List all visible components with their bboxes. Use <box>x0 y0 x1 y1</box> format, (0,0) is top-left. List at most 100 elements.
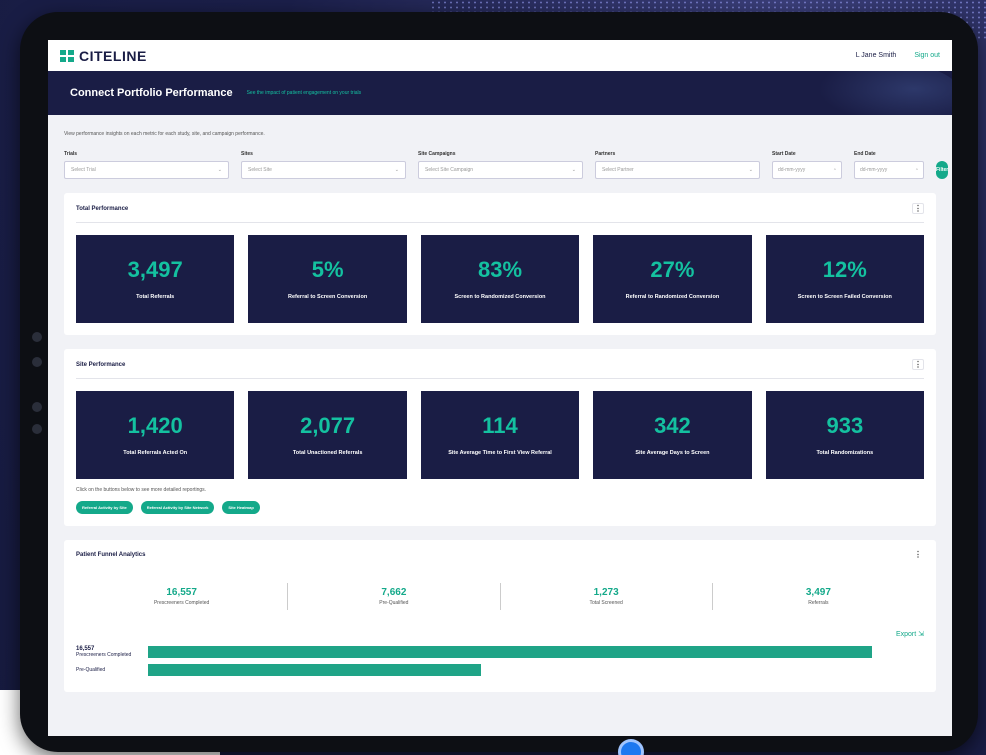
more-options-icon[interactable]: ⋮ <box>912 550 924 559</box>
more-options-icon[interactable]: ⋮ <box>912 359 924 370</box>
metric-label: Referral to Randomized Conversion <box>625 294 720 300</box>
metric-card: 5% Referral to Screen Conversion <box>248 235 407 323</box>
report-note: Click on the buttons below to see more d… <box>76 487 207 493</box>
intro-text: View performance insights on each metric… <box>64 131 265 137</box>
chevron-down-icon: ⌄ <box>217 167 222 173</box>
sites-label: Sites <box>241 151 253 157</box>
panel-header: Site Performance ⋮ <box>76 359 924 379</box>
funnel-bars: 16,557 Prescreeners Completed Pre-Qualifi… <box>76 644 924 678</box>
funnel-bar <box>148 664 482 676</box>
filter-button[interactable]: Filter <box>936 161 949 179</box>
funnel-bar-row: Pre-Qualified <box>76 662 924 678</box>
chevron-down-icon: ⌄ <box>748 167 753 173</box>
total-performance-panel: Total Performance ⋮ 3,497 Total Referrals… <box>64 193 936 335</box>
metric-card: 114 Site Average Time to First View Refer… <box>420 391 580 479</box>
metric-value: 3,497 <box>127 257 183 282</box>
site-performance-panel: Site Performance ⋮ 1,420 Total Referrals … <box>64 349 936 526</box>
filter-bar: Trials Select Trial ⌄ Sites Select Site ⌄ … <box>64 151 949 179</box>
trials-placeholder: Select Trial <box>71 167 96 173</box>
funnel-stat: 7,662 Pre-Qualified <box>288 583 501 610</box>
tablet-side-button <box>32 402 42 412</box>
bar-text: Prescreeners Completed <box>76 652 132 658</box>
page-subtitle: See the impact of patient engagement on … <box>246 90 362 96</box>
sites-select[interactable]: Select Site ⌄ <box>241 161 406 179</box>
campaigns-placeholder: Select Site Campaign <box>425 167 474 173</box>
app-bar: CITELINE L Jane Smith Sign out <box>48 40 952 71</box>
tablet-side-button <box>32 357 42 367</box>
stat-label: Total Screened <box>589 600 623 606</box>
tablet-side-button <box>32 424 42 434</box>
sites-placeholder: Select Site <box>248 167 272 173</box>
funnel-bar-row: 16,557 Prescreeners Completed <box>76 644 924 660</box>
panel-title: Total Performance <box>76 205 129 212</box>
trials-filter: Trials Select Trial ⌄ <box>64 151 229 179</box>
stat-value: 7,662 <box>381 587 407 598</box>
referral-activity-site-button[interactable]: Referral Activity by Site <box>76 501 133 514</box>
panel-title: Patient Funnel Analytics <box>76 551 146 558</box>
metric-value: 342 <box>654 413 691 438</box>
metric-card: 342 Site Average Days to Screen <box>593 391 752 479</box>
metric-label: Site Average Time to First View Referral <box>448 450 552 456</box>
metric-value: 1,420 <box>127 413 183 438</box>
bar-text: Pre-Qualified <box>76 667 106 673</box>
end-date-input[interactable]: dd-mm-yyyy ◔ <box>854 161 924 179</box>
app-screen: CITELINE L Jane Smith Sign out Connect P… <box>48 40 952 736</box>
metric-value: 114 <box>482 413 518 438</box>
end-date-placeholder: dd-mm-yyyy <box>860 167 888 173</box>
metric-label: Referral to Screen Conversion <box>288 294 368 300</box>
logo-text: CITELINE <box>79 47 147 64</box>
stat-label: Pre-Qualified <box>379 600 409 606</box>
trials-select[interactable]: Select Trial ⌄ <box>64 161 229 179</box>
clock-icon: ◔ <box>914 167 918 173</box>
metric-value: 27% <box>650 257 695 282</box>
site-heatmap-button[interactable]: Site Heatmap <box>222 501 260 514</box>
export-button[interactable]: Export ⇲ <box>76 630 924 638</box>
end-date-label: End Date <box>854 151 876 157</box>
funnel-bar <box>148 646 872 658</box>
funnel-stat: 3,497 Referrals <box>713 583 924 610</box>
metric-value: 5% <box>311 257 344 282</box>
metric-value: 2,077 <box>300 413 356 438</box>
start-date-input[interactable]: dd-mm-yyyy ◔ <box>772 161 842 179</box>
stat-label: Referrals <box>808 600 829 606</box>
metric-label: Total Referrals <box>136 294 175 300</box>
main-content: View performance insights on each metric… <box>48 131 952 692</box>
campaigns-select[interactable]: Select Site Campaign ⌄ <box>418 161 583 179</box>
total-performance-cards: 3,497 Total Referrals 5% Referral to Scree… <box>76 235 925 323</box>
partners-select[interactable]: Select Partner ⌄ <box>595 161 760 179</box>
metric-card: 2,077 Total Unactioned Referrals <box>248 391 407 479</box>
campaigns-label: Site Campaigns <box>418 151 456 157</box>
stat-value: 3,497 <box>805 587 831 598</box>
metric-label: Screen to Screen Failed Conversion <box>797 294 892 300</box>
partners-filter: Partners Select Partner ⌄ <box>595 151 760 179</box>
metric-card: 27% Referral to Randomized Conversion <box>593 235 752 323</box>
metric-card: 12% Screen to Screen Failed Conversion <box>765 235 925 323</box>
metric-card: 83% Screen to Randomized Conversion <box>420 235 580 323</box>
sign-out-link[interactable]: Sign out <box>914 52 940 59</box>
metric-label: Total Randomizations <box>816 450 874 456</box>
panel-header: Total Performance ⋮ <box>76 203 924 223</box>
tablet-side-button <box>32 332 42 342</box>
metric-label: Site Average Days to Screen <box>635 450 710 456</box>
logo[interactable]: CITELINE <box>60 48 147 64</box>
export-icon: ⇲ <box>918 631 924 638</box>
more-options-icon[interactable]: ⋮ <box>912 203 924 214</box>
bar-label: Pre-Qualified <box>76 667 148 673</box>
export-label: Export <box>895 631 917 638</box>
stat-label: Prescreeners Completed <box>153 600 210 606</box>
metric-value: 12% <box>822 257 867 282</box>
metric-card: 3,497 Total Referrals <box>76 235 235 323</box>
user-name[interactable]: L Jane Smith <box>856 52 897 59</box>
referral-activity-network-button[interactable]: Referral Activity by Site Network <box>140 501 215 514</box>
metric-label: Screen to Randomized Conversion <box>454 294 546 300</box>
page-title: Connect Portfolio Performance <box>70 87 233 99</box>
metric-card: 1,420 Total Referrals Acted On <box>76 391 235 479</box>
chevron-down-icon: ⌄ <box>394 167 399 173</box>
banner-decoration <box>802 71 952 115</box>
metric-label: Total Referrals Acted On <box>123 450 188 456</box>
metric-label: Total Unactioned Referrals <box>292 450 363 456</box>
trials-label: Trials <box>64 151 78 157</box>
funnel-panel: Patient Funnel Analytics ⋮ 16,557 Prescre… <box>64 540 936 692</box>
metric-card: 933 Total Randomizations <box>765 391 925 479</box>
panel-header: Patient Funnel Analytics ⋮ <box>76 550 924 567</box>
